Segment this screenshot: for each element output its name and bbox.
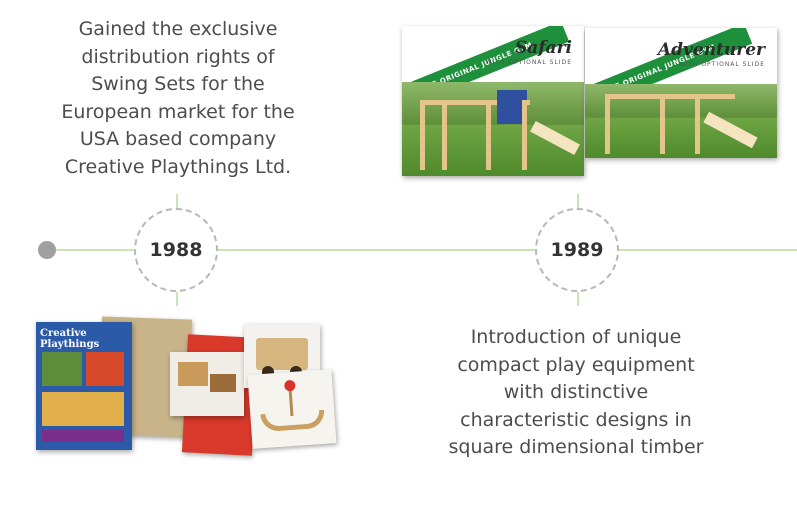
brochure-title: Adventurer	[657, 40, 765, 60]
tick-1989-bottom	[577, 290, 579, 306]
timeline-start-dot	[38, 241, 56, 259]
entry-1989-description: Introduction of unique compact play equi…	[448, 326, 704, 458]
tick-1988-bottom	[176, 290, 178, 306]
year-marker-1989: 1989	[535, 208, 619, 292]
brochure-subtitle: WITH OPTIONAL SLIDE	[485, 59, 572, 66]
wooden-rocker-photo	[247, 369, 337, 449]
safari-brochure-image: THE ORIGINAL JUNGLE GYM Safari WITH OPTI…	[402, 26, 584, 176]
year-marker-1988: 1988	[134, 208, 218, 292]
creative-playthings-catalog-image: Creative Playthings	[36, 322, 132, 450]
brochure-subtitle: WITH OPTIONAL SLIDE	[678, 61, 765, 68]
entry-1988-description: Gained the exclusive distribution rights…	[61, 18, 295, 178]
toy-blocks-photo	[170, 352, 244, 416]
year-label-1989: 1989	[541, 214, 613, 286]
year-label-1988: 1988	[140, 214, 212, 286]
brochure-title: Safari	[514, 38, 572, 58]
catalog-title: Creative Playthings	[40, 328, 100, 350]
adventurer-brochure-image: THE ORIGINAL JUNGLE GYM Adventurer WITH …	[585, 28, 777, 158]
